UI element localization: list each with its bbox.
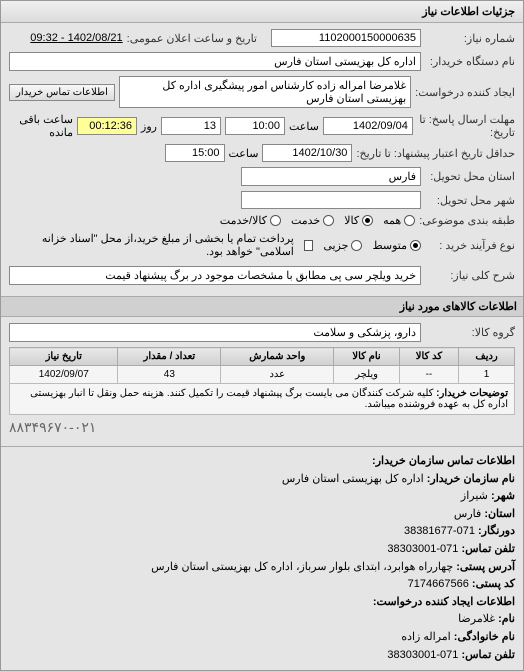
deadline-date[interactable]: 1402/09/04 (323, 117, 413, 135)
delivery-date[interactable]: 1402/10/30 (262, 144, 352, 162)
purchase-type-label: نوع فرآیند خرید : (425, 239, 515, 252)
form-section: شماره نیاز: 1102000150000635 تاریخ و ساع… (1, 23, 523, 296)
province-field[interactable]: فارس (241, 167, 421, 186)
creator-label: ایجاد کننده درخواست: (415, 86, 515, 99)
th-qty[interactable]: تعداد / مقدار (118, 348, 221, 366)
radio-minor[interactable] (351, 240, 362, 251)
purchase-radio-group: متوسط جزیی پرداخت تمام یا بخشی از مبلغ خ… (9, 232, 421, 258)
pubdate-value: 1402/08/21 - 09:32 (30, 32, 122, 44)
buyer-org-field: اداره کل بهزیستی استان فارس (9, 52, 421, 71)
province-label: استان محل تحویل: (425, 170, 515, 183)
goods-table: ردیف کد کالا نام کالا واحد شمارش تعداد /… (9, 347, 515, 415)
creator-section-title: اطلاعات ایجاد کننده درخواست: (373, 596, 515, 608)
reqno-label: شماره نیاز: (425, 32, 515, 45)
radio-service[interactable] (323, 215, 334, 226)
th-unit[interactable]: واحد شمارش (221, 348, 334, 366)
th-row[interactable]: ردیف (459, 348, 515, 366)
city-field[interactable] (241, 191, 421, 209)
contact-section: اطلاعات تماس سازمان خریدار: نام سازمان خ… (1, 446, 523, 670)
contact-button[interactable]: اطلاعات تماس خریدار (9, 84, 115, 101)
deadline-label: مهلت ارسال پاسخ: تا تاریخ: (417, 113, 515, 139)
deadline-time-label: ساعت (289, 120, 319, 133)
creator-field: غلامرضا امراله زاده کارشناس امور پیشگیری… (119, 76, 411, 108)
radio-goods[interactable] (362, 215, 373, 226)
group-label: گروه کالا: (425, 326, 515, 339)
footer-phone: ۸۸۳۴۹۶۷۰-۰۲۱ (9, 415, 515, 440)
th-name[interactable]: نام کالا (334, 348, 399, 366)
main-panel: جزئیات اطلاعات نیاز شماره نیاز: 11020001… (0, 0, 524, 671)
panel-title: جزئیات اطلاعات نیاز (1, 1, 523, 23)
goods-title: اطلاعات کالاهای مورد نیاز (1, 296, 523, 317)
payment-note: پرداخت تمام یا بخشی از مبلغ خرید،از محل … (9, 232, 294, 258)
desc-field: خرید ویلچر سی پی مطابق با مشخصات موجود د… (9, 266, 421, 285)
delivery-time[interactable]: 15:00 (165, 144, 225, 162)
contact-title: اطلاعات تماس سازمان خریدار: (372, 455, 515, 467)
note-row: توضیحات خریدار: کلیه شرکت کنندگان می بای… (10, 384, 515, 415)
group-field: دارو، پزشکی و سلامت (9, 323, 421, 342)
note-label: توضیحات خریدار: (436, 388, 508, 399)
remain-time: 00:12:36 (77, 117, 137, 135)
reqno-field: 1102000150000635 (271, 29, 421, 47)
buyer-org-label: نام دستگاه خریدار: (425, 55, 515, 68)
days-field: 13 (161, 117, 221, 135)
pubdate-label: تاریخ و ساعت اعلان عمومی: (127, 32, 257, 45)
payment-checkbox[interactable] (304, 240, 313, 251)
deadline-time[interactable]: 10:00 (225, 117, 285, 135)
delivery-time-label: ساعت (229, 147, 259, 160)
th-date[interactable]: تاریخ نیاز (10, 348, 118, 366)
delivery-label: حداقل تاریخ اعتبار پیشنهاد: تا تاریخ: (356, 147, 515, 160)
table-row[interactable]: 1 -- ویلچر عدد 43 1402/09/07 (10, 366, 515, 384)
radio-goodservice[interactable] (270, 215, 281, 226)
city-label: شهر محل تحویل: (425, 194, 515, 207)
days-label: روز (141, 120, 157, 133)
radio-medium[interactable] (410, 240, 421, 251)
remain-label: ساعت باقی مانده (9, 113, 73, 139)
th-code[interactable]: کد کالا (399, 348, 458, 366)
radio-all[interactable] (404, 215, 415, 226)
category-label: طبقه بندی موضوعی: (419, 214, 515, 227)
category-radio-group: همه کالا خدمت کالا/خدمت (220, 214, 415, 227)
desc-label: شرح کلی نیاز: (425, 269, 515, 282)
